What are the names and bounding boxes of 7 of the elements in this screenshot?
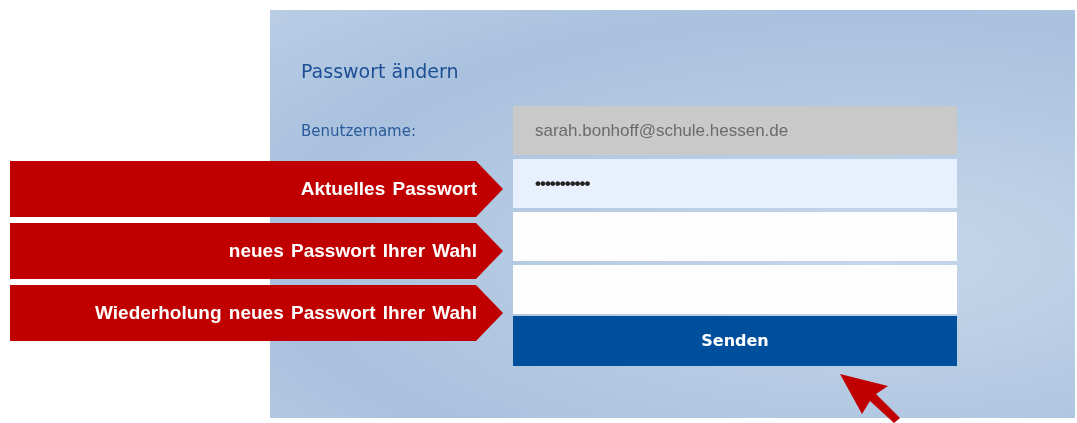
password-field[interactable] — [513, 212, 957, 261]
password-field[interactable] — [513, 265, 957, 314]
field-label: Benutzername: — [301, 121, 417, 140]
pointer-arrow-icon — [838, 372, 900, 423]
send-button[interactable]: Senden — [513, 315, 957, 366]
password-field[interactable]: ••••••••••• — [513, 159, 957, 208]
form-title: Passwort ändern — [301, 60, 460, 84]
